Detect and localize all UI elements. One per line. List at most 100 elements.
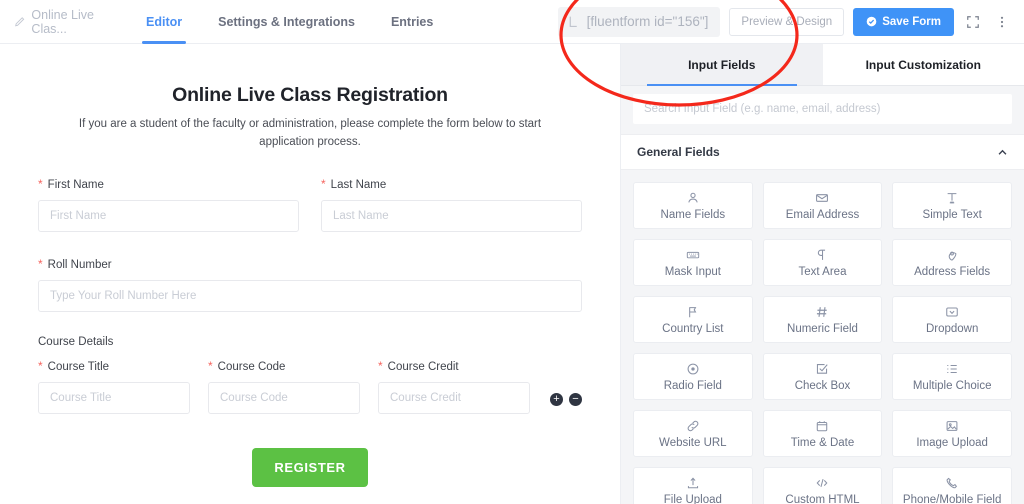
register-button[interactable]: REGISTER	[252, 447, 368, 487]
form-name-text: Online Live Clas...	[31, 7, 94, 36]
roll-number-row: * Roll Number	[38, 258, 582, 312]
tab-settings-label: Settings & Integrations	[218, 14, 355, 29]
dropdown-caret-icon	[945, 305, 959, 319]
field-card-text-area[interactable]: Text Area	[762, 239, 883, 286]
text-height-icon	[945, 191, 959, 205]
field-first-name: * First Name	[38, 178, 299, 232]
field-course-title: * Course Title	[38, 360, 190, 414]
check-circle-icon	[866, 16, 877, 27]
field-card-multiple-choice[interactable]: Multiple Choice	[892, 353, 1012, 400]
general-fields-group-header[interactable]: General Fields	[621, 134, 1024, 170]
field-card-label: Dropdown	[925, 322, 979, 335]
field-card-label: Text Area	[798, 265, 847, 278]
field-card-label: Address Fields	[914, 265, 991, 278]
field-card-label: Multiple Choice	[912, 379, 992, 392]
field-card-check-box[interactable]: Check Box	[762, 353, 883, 400]
save-form-button[interactable]: Save Form	[853, 7, 954, 36]
field-card-label: Country List	[662, 322, 724, 335]
roll-number-input[interactable]	[38, 279, 582, 312]
field-card-label: Mask Input	[664, 265, 721, 278]
repeater-actions: + −	[550, 392, 582, 414]
course-title-input[interactable]	[38, 381, 190, 414]
toolbar-actions: [fluentform id="156"] Preview & Design S…	[557, 0, 1024, 44]
course-details-repeater-row: * Course Title * Course Code * Course	[38, 360, 582, 414]
envelope-icon	[815, 191, 829, 205]
submit-row: REGISTER	[38, 447, 582, 487]
required-asterisk: *	[378, 358, 383, 373]
field-card-phone-mobile-field[interactable]: Phone/Mobile Field	[892, 467, 1012, 504]
tab-input-customization[interactable]: Input Customization	[822, 44, 1024, 85]
upload-icon	[686, 476, 700, 490]
flag-icon	[686, 305, 700, 319]
field-card-custom-html[interactable]: Custom HTML	[762, 467, 883, 504]
course-credit-label-text: Course Credit	[387, 360, 459, 373]
tab-entries[interactable]: Entries	[373, 0, 451, 44]
field-course-code: * Course Code	[208, 360, 360, 414]
field-card-label: Name Fields	[660, 208, 726, 221]
chevron-up-icon	[997, 147, 1008, 158]
save-form-label: Save Form	[882, 15, 941, 28]
roll-number-label-text: Roll Number	[47, 258, 112, 271]
add-row-button[interactable]: +	[550, 392, 563, 406]
preview-design-button[interactable]: Preview & Design	[729, 7, 845, 36]
page-title: Online Live Class Registration	[172, 84, 448, 106]
last-name-input[interactable]	[321, 199, 582, 232]
field-card-label: Time & Date	[790, 436, 855, 449]
paragraph-icon	[815, 248, 829, 262]
calendar-icon	[815, 419, 829, 433]
search-area	[621, 86, 1024, 134]
field-last-name: * Last Name	[321, 178, 582, 232]
general-fields-grid: Name Fields Email Address Simple Text Ma…	[621, 170, 1024, 504]
field-card-file-upload[interactable]: File Upload	[633, 467, 753, 504]
field-card-label: Radio Field	[663, 379, 722, 392]
course-code-input[interactable]	[208, 381, 360, 414]
field-card-label: Website URL	[659, 436, 727, 449]
fullscreen-icon[interactable]	[963, 11, 983, 33]
course-credit-input[interactable]	[378, 381, 530, 414]
top-toolbar: Online Live Clas... Editor Settings & In…	[0, 0, 1024, 44]
course-title-label-text: Course Title	[47, 360, 110, 373]
required-asterisk: *	[38, 176, 43, 191]
shortcode-bracket-icon	[567, 15, 580, 28]
form-name-label[interactable]: Online Live Clas...	[0, 8, 128, 36]
field-card-email-address[interactable]: Email Address	[762, 182, 883, 229]
tab-editor[interactable]: Editor	[128, 0, 200, 44]
field-card-label: Image Upload	[916, 436, 988, 449]
required-asterisk: *	[38, 256, 43, 271]
editor-nav-tabs: Editor Settings & Integrations Entries	[128, 0, 451, 44]
field-course-credit: * Course Credit	[378, 360, 530, 414]
form-shortcode-field[interactable]: [fluentform id="156"]	[557, 6, 721, 37]
remove-row-button[interactable]: −	[569, 392, 582, 406]
field-card-numeric-field[interactable]: Numeric Field	[762, 296, 883, 343]
field-card-country-list[interactable]: Country List	[633, 296, 753, 343]
course-title-label: * Course Title	[38, 360, 190, 373]
tab-input-fields[interactable]: Input Fields	[621, 44, 823, 86]
image-icon	[945, 419, 959, 433]
phone-icon	[945, 476, 959, 490]
fields-panel: Input Fields Input Customization General…	[620, 44, 1024, 504]
fluentform-editor-screen: Online Live Clas... Editor Settings & In…	[0, 0, 1024, 504]
field-card-name-fields[interactable]: Name Fields	[633, 182, 753, 229]
tab-settings-integrations[interactable]: Settings & Integrations	[200, 0, 373, 44]
course-code-label: * Course Code	[208, 360, 360, 373]
field-card-mask-input[interactable]: Mask Input	[633, 239, 753, 286]
list-icon	[945, 362, 959, 376]
first-name-input[interactable]	[38, 199, 299, 232]
field-card-simple-text[interactable]: Simple Text	[892, 182, 1012, 229]
map-pin-icon	[945, 248, 959, 262]
field-card-radio-field[interactable]: Radio Field	[633, 353, 753, 400]
field-card-image-upload[interactable]: Image Upload	[892, 410, 1012, 457]
course-code-label-text: Course Code	[217, 360, 286, 373]
kebab-menu-icon[interactable]	[992, 11, 1012, 33]
field-card-label: File Upload	[663, 493, 722, 504]
field-card-address-fields[interactable]: Address Fields	[892, 239, 1012, 286]
radio-circle-icon	[686, 362, 700, 376]
field-card-dropdown[interactable]: Dropdown	[892, 296, 1012, 343]
field-roll-number: * Roll Number	[38, 258, 582, 312]
field-card-time-and-date[interactable]: Time & Date	[762, 410, 883, 457]
field-card-label: Custom HTML	[785, 493, 860, 504]
field-card-website-url[interactable]: Website URL	[633, 410, 753, 457]
field-card-label: Numeric Field	[787, 322, 858, 335]
field-card-label: Phone/Mobile Field	[902, 493, 1002, 504]
search-input[interactable]	[633, 94, 1012, 124]
